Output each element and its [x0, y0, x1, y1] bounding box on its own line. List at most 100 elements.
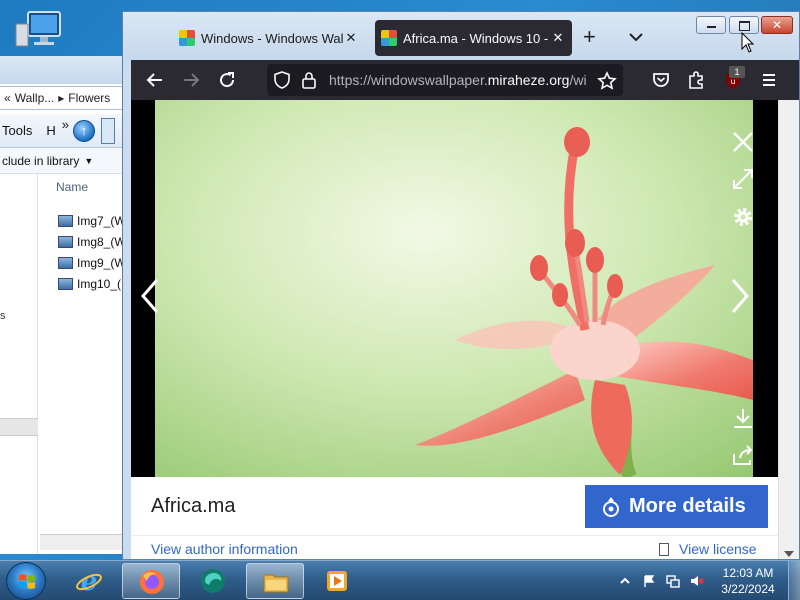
menu-help[interactable]: H: [46, 123, 55, 138]
taskbar-media-player[interactable]: [308, 563, 366, 599]
previous-image-button[interactable]: [137, 276, 163, 316]
explorer-menu-bar: Tools H » ↑: [0, 114, 123, 148]
reload-button[interactable]: [215, 68, 239, 92]
tab-bar: Windows - Windows Wallp ✕ Africa.ma - Wi…: [123, 12, 799, 60]
lock-icon[interactable]: [301, 71, 317, 89]
view-author-link[interactable]: View author information: [151, 541, 298, 557]
file-item[interactable]: Img7_(W: [40, 210, 124, 231]
navigation-pane[interactable]: s: [0, 174, 38, 554]
internet-explorer-icon: e: [76, 567, 102, 595]
show-hidden-icons-icon[interactable]: [618, 574, 632, 588]
media-player-icon: [327, 571, 347, 591]
file-name: Img8_(W: [77, 234, 124, 249]
tab-africa-active[interactable]: Africa.ma - Windows 10 - W ✕: [375, 20, 572, 56]
up-arrow-icon[interactable]: ↑: [72, 119, 95, 142]
new-tab-button[interactable]: +: [583, 26, 596, 48]
expand-icon: [733, 169, 753, 189]
menu-overflow-icon[interactable]: »: [62, 117, 69, 132]
forward-button[interactable]: [179, 68, 203, 92]
minimize-button[interactable]: [696, 16, 726, 34]
menu-tools[interactable]: Tools: [2, 123, 32, 138]
breadcrumb[interactable]: « Wallp... ▸ Flowers: [0, 86, 123, 110]
include-in-library-menu[interactable]: clude in library ▼: [0, 148, 123, 174]
chevron-right-icon: ▸: [58, 91, 65, 105]
show-desktop-button[interactable]: [788, 561, 800, 600]
share-icon: [733, 445, 753, 465]
firefox-window[interactable]: Windows - Windows Wallp ✕ Africa.ma - Wi…: [122, 11, 800, 560]
system-clock[interactable]: 12:03 AM 3/22/2024: [716, 565, 780, 597]
puzzle-icon: [689, 71, 703, 89]
taskbar-file-explorer[interactable]: [246, 563, 304, 599]
close-window-button[interactable]: ✕: [761, 16, 793, 34]
system-tray: [618, 569, 718, 593]
taskbar-internet-explorer[interactable]: e: [60, 563, 118, 599]
svg-text:u: u: [730, 77, 735, 86]
file-name: Img9_(W: [77, 255, 124, 270]
back-button[interactable]: [143, 68, 167, 92]
taskbar-app-teal[interactable]: [184, 563, 242, 599]
taskbar-firefox[interactable]: [122, 563, 180, 599]
network-icon[interactable]: [666, 574, 680, 588]
navigation-toolbar: https://windowswallpaper.miraheze.org/wi…: [131, 60, 799, 100]
image-file-icon: [58, 277, 73, 290]
horizontal-scrollbar[interactable]: [40, 534, 123, 550]
explorer-window[interactable]: « Wallp... ▸ Flowers Tools H » ↑ clude i…: [0, 56, 124, 554]
tab-windows-wallpaper[interactable]: Windows - Windows Wallp ✕: [173, 20, 365, 56]
pocket-button[interactable]: [649, 68, 673, 92]
computer-icon[interactable]: [14, 10, 64, 54]
more-details-label: More details: [629, 495, 746, 517]
explorer-title-bar[interactable]: [0, 56, 123, 84]
scroll-down-icon[interactable]: [784, 551, 794, 557]
site-favicon-icon: [381, 30, 397, 46]
breadcrumb-item-flowers[interactable]: Flowers: [68, 91, 110, 105]
clock-time: 12:03 AM: [722, 566, 774, 580]
shield-icon[interactable]: [273, 71, 291, 89]
list-all-tabs-button[interactable]: [627, 28, 645, 46]
column-header-name[interactable]: Name: [40, 180, 123, 200]
settings-button[interactable]: [730, 204, 756, 230]
dropdown-arrow-icon: ▼: [84, 155, 94, 166]
app-menu-button[interactable]: [757, 68, 781, 92]
chevron-left-icon: [141, 279, 159, 313]
nav-item-fragment[interactable]: s: [0, 310, 6, 322]
share-button[interactable]: [730, 442, 756, 468]
view-license-link[interactable]: View license: [659, 541, 757, 557]
arrow-right-icon: [184, 73, 200, 87]
close-viewer-button[interactable]: [730, 129, 756, 155]
file-item[interactable]: Img10_(: [40, 273, 123, 294]
file-item[interactable]: Img9_(W: [40, 252, 124, 273]
close-icon: [733, 132, 753, 152]
start-button[interactable]: [6, 562, 46, 600]
next-image-button[interactable]: [727, 276, 753, 316]
ublock-origin-button[interactable]: u 1: [721, 66, 745, 92]
page-scrollbar[interactable]: [778, 100, 799, 559]
chevron-down-icon: [629, 33, 643, 42]
action-center-flag-icon[interactable]: [642, 574, 656, 588]
chat-app-icon: [201, 569, 225, 593]
file-item[interactable]: Img8_(W: [40, 231, 124, 252]
nav-item-selected[interactable]: [0, 418, 38, 436]
reload-icon: [220, 72, 235, 88]
breadcrumb-item-wallpaper[interactable]: Wallp...: [15, 91, 55, 105]
url-bar[interactable]: https://windowswallpaper.miraheze.org/wi: [267, 64, 623, 96]
file-name: Img7_(W: [77, 213, 124, 228]
view-license-label: View license: [679, 541, 757, 557]
bookmark-star-icon[interactable]: [597, 71, 617, 91]
pocket-icon: [653, 73, 669, 87]
close-tab-icon[interactable]: ✕: [550, 30, 566, 46]
caption-divider: [131, 535, 778, 536]
gear-icon: [734, 208, 752, 226]
volume-muted-icon[interactable]: [690, 574, 704, 588]
close-tab-icon[interactable]: ✕: [343, 30, 359, 46]
image-file-icon: [58, 235, 73, 248]
extensions-button[interactable]: [685, 68, 709, 92]
media-viewer: [131, 100, 778, 477]
include-in-library-label: clude in library: [2, 153, 80, 168]
view-pane-button[interactable]: [100, 117, 115, 144]
download-button[interactable]: [730, 406, 756, 432]
more-details-button[interactable]: More details: [585, 485, 768, 528]
fullscreen-button[interactable]: [730, 166, 756, 192]
hamburger-menu-icon: [763, 74, 775, 86]
extension-badge: 1: [729, 66, 745, 78]
image-file-icon: [58, 214, 73, 227]
